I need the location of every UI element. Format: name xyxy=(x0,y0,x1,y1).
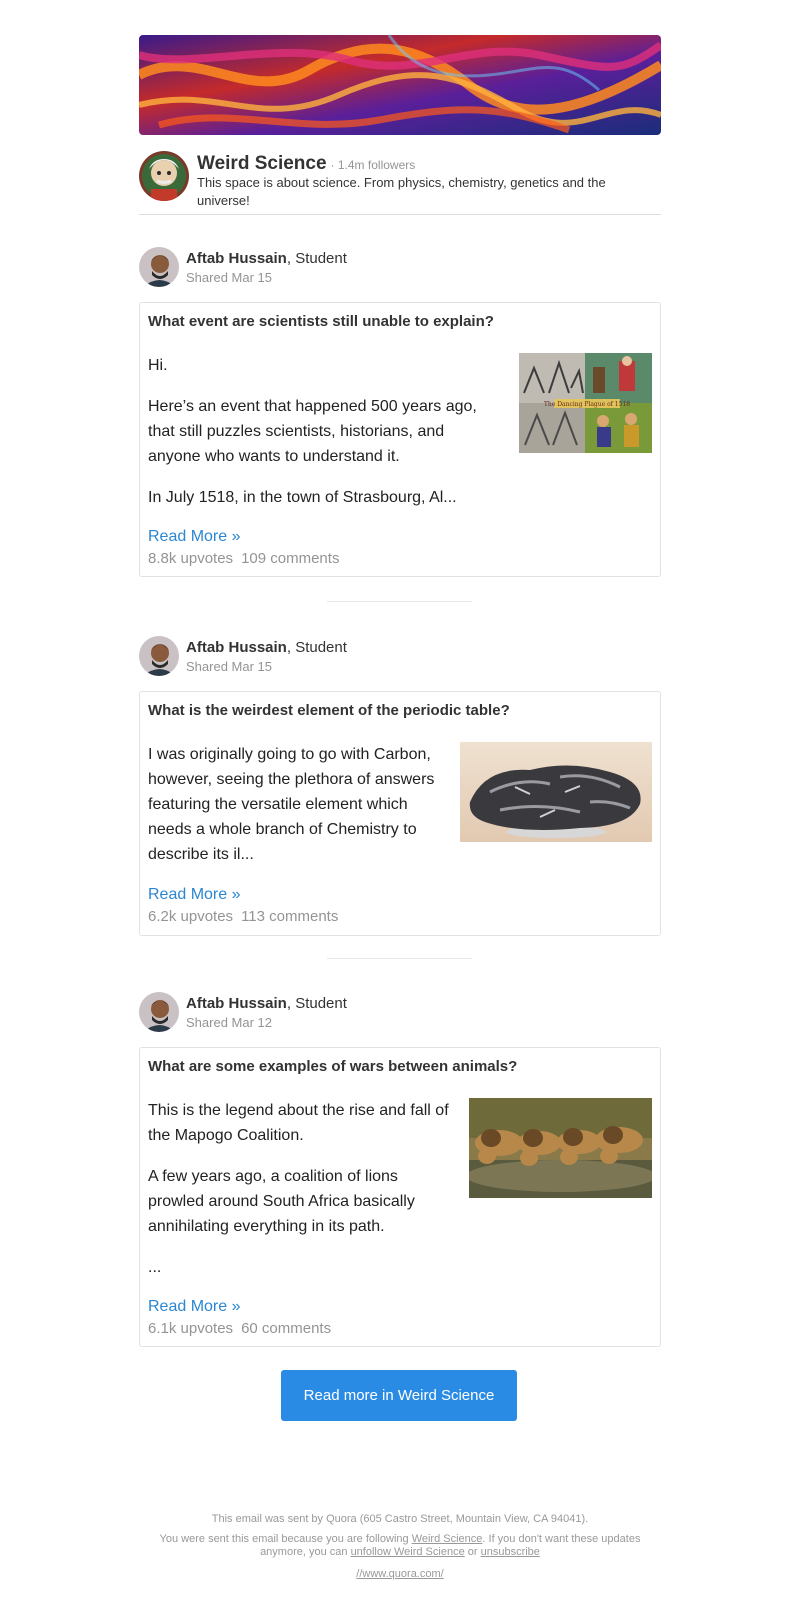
author-name[interactable]: Aftab Hussain xyxy=(186,639,287,656)
question-card: What event are scientists still unable t… xyxy=(139,302,661,577)
space-banner-image xyxy=(139,35,661,135)
question-title[interactable]: What event are scientists still unable t… xyxy=(148,313,494,330)
author-role: , Student xyxy=(286,250,347,267)
answer-thumbnail[interactable] xyxy=(460,742,652,842)
post-stats: 8.8k upvotes 109 comments xyxy=(148,550,339,567)
space-link[interactable]: Weird Science xyxy=(412,1533,483,1545)
shared-date: Shared Mar 15 xyxy=(186,270,272,285)
comment-count: 109 comments xyxy=(241,550,340,567)
answer-thumbnail[interactable] xyxy=(469,1098,652,1198)
footer-sender-line: This email was sent by Quora (605 Castro… xyxy=(211,1513,589,1525)
space-name[interactable]: Weird Science xyxy=(197,153,327,174)
author-avatar[interactable] xyxy=(139,992,179,1032)
post-divider xyxy=(327,601,472,602)
upvote-count: 6.2k upvotes xyxy=(148,908,234,925)
author-avatar[interactable] xyxy=(139,636,179,676)
post-divider xyxy=(327,958,472,959)
author-line: Aftab Hussain, Student xyxy=(186,250,347,267)
footer-reason-text: You were sent this email because you are… xyxy=(159,1533,412,1545)
shared-date: Shared Mar 15 xyxy=(186,659,272,674)
thumbnail-caption: The Dancing Plague of 1518 xyxy=(544,401,630,408)
space-description: This space is about science. From physic… xyxy=(197,175,606,208)
author-role: , Student xyxy=(286,995,347,1012)
post-author: Aftab Hussain, Student Shared Mar 12 xyxy=(139,992,661,1034)
read-more-link[interactable]: Read More » xyxy=(148,886,241,904)
answer-paragraph: Hi. xyxy=(148,357,168,374)
question-title[interactable]: What are some examples of wars between a… xyxy=(148,1058,517,1075)
answer-excerpt: This is the legend about the rise and fa… xyxy=(148,1098,458,1296)
space-title[interactable]: Weird Science · 1.4m followers xyxy=(197,153,415,175)
read-more-link[interactable]: Read More » xyxy=(148,1298,241,1316)
space-followers: · 1.4m followers xyxy=(330,158,416,172)
answer-thumbnail[interactable]: The Dancing Plague of 1518 xyxy=(519,353,652,453)
author-name[interactable]: Aftab Hussain xyxy=(186,995,287,1012)
answer-excerpt: I was originally going to go with Carbon… xyxy=(148,742,438,883)
comment-count: 113 comments xyxy=(241,908,339,925)
quora-url-link[interactable]: //www.quora.com/ xyxy=(356,1568,443,1580)
answer-paragraph: This is the legend about the rise and fa… xyxy=(148,1102,449,1144)
author-name[interactable]: Aftab Hussain xyxy=(186,250,287,267)
upvote-count: 6.1k upvotes xyxy=(148,1320,234,1337)
answer-paragraph: In July 1518, in the town of Strasbourg,… xyxy=(148,489,457,506)
read-more-in-space-button[interactable]: Read more in Weird Science xyxy=(281,1370,517,1421)
author-line: Aftab Hussain, Student xyxy=(186,639,347,656)
footer-url: //www.quora.com/ xyxy=(139,1568,661,1581)
upvote-count: 8.8k upvotes xyxy=(148,550,234,567)
author-avatar[interactable] xyxy=(139,247,179,287)
footer-reason: You were sent this email because you are… xyxy=(139,1533,661,1559)
question-title[interactable]: What is the weirdest element of the peri… xyxy=(148,702,510,719)
shared-date: Shared Mar 12 xyxy=(186,1015,272,1030)
read-more-link[interactable]: Read More » xyxy=(148,528,241,546)
author-line: Aftab Hussain, Student xyxy=(186,995,347,1012)
answer-paragraph: Here’s an event that happened 500 years … xyxy=(148,398,477,465)
unsubscribe-link[interactable]: unsubscribe xyxy=(481,1546,540,1558)
question-card: What are some examples of wars between a… xyxy=(139,1047,661,1347)
answer-paragraph: I was originally going to go with Carbon… xyxy=(148,746,435,863)
space-avatar[interactable] xyxy=(139,151,189,201)
answer-excerpt: Hi. Here’s an event that happened 500 ye… xyxy=(148,353,500,526)
question-card: What is the weirdest element of the peri… xyxy=(139,691,661,936)
post-author: Aftab Hussain, Student Shared Mar 15 xyxy=(139,636,661,678)
author-role: , Student xyxy=(286,639,347,656)
comment-count: 60 comments xyxy=(241,1320,332,1337)
answer-paragraph: A few years ago, a coalition of lions pr… xyxy=(148,1168,415,1235)
post-stats: 6.2k upvotes 113 comments xyxy=(148,908,338,925)
unfollow-link[interactable]: unfollow Weird Science xyxy=(351,1546,465,1558)
post-author: Aftab Hussain, Student Shared Mar 15 xyxy=(139,247,661,289)
footer-or-text: or xyxy=(464,1546,481,1558)
answer-paragraph: ... xyxy=(148,1259,162,1276)
post-stats: 6.1k upvotes 60 comments xyxy=(148,1320,331,1337)
space-header: Weird Science · 1.4m followers This space… xyxy=(139,150,661,215)
